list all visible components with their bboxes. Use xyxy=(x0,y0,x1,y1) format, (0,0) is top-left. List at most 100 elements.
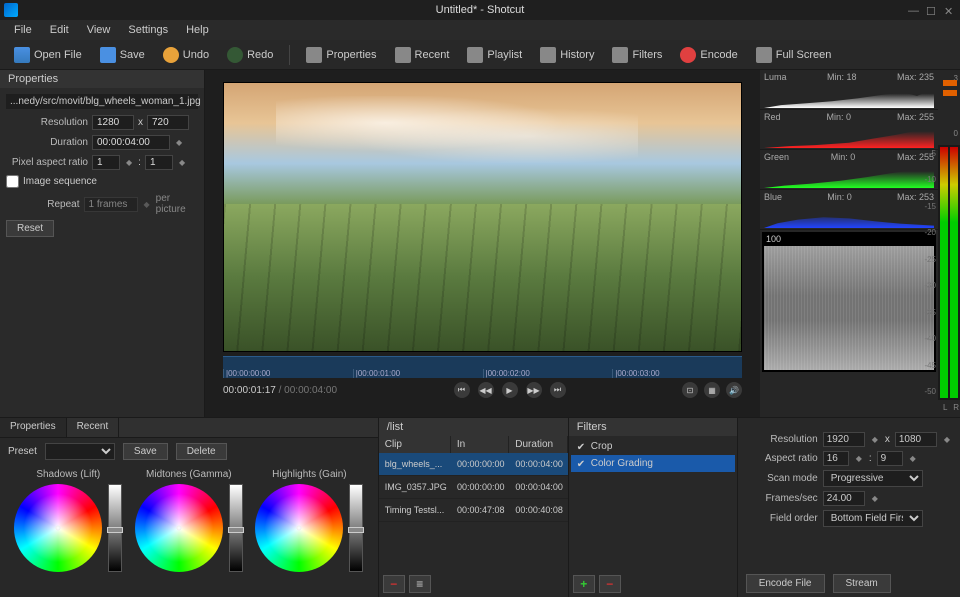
filters-button[interactable]: Filters xyxy=(606,44,668,66)
filter-add-button[interactable]: + xyxy=(573,575,595,593)
ruler-tick: |00:00:00:00 xyxy=(223,369,353,378)
resolution-label: Resolution xyxy=(6,117,88,128)
recent-icon xyxy=(395,47,411,63)
menu-file[interactable]: File xyxy=(6,22,40,38)
encode-height-input[interactable] xyxy=(895,432,937,447)
tab-recent[interactable]: Recent xyxy=(67,418,120,437)
audio-clip-indicators xyxy=(943,80,957,96)
encode-button[interactable]: Encode xyxy=(674,44,743,66)
rewind-icon[interactable]: ◀◀ xyxy=(478,382,494,398)
menu-view[interactable]: View xyxy=(79,22,119,38)
menu-help[interactable]: Help xyxy=(178,22,217,38)
toolbar: Open File Save Undo Redo Properties RecentPla… xyxy=(0,40,960,70)
encode-file-button[interactable]: Encode File xyxy=(746,574,825,593)
ruler-tick: |00:00:03:00 xyxy=(612,369,742,378)
zoom-fit-icon[interactable]: ⊡ xyxy=(682,382,698,398)
filter-item[interactable]: ✔Color Grading xyxy=(571,455,735,472)
skip-end-icon[interactable]: ⏭ xyxy=(550,382,566,398)
playlist-column-header[interactable]: Clip xyxy=(379,436,451,453)
tab-properties[interactable]: Properties xyxy=(0,418,67,437)
luma-slider[interactable] xyxy=(229,484,243,572)
history-button[interactable]: History xyxy=(534,44,600,66)
fps-input[interactable] xyxy=(823,491,865,506)
playlist-column-header[interactable]: In xyxy=(451,436,509,453)
playlist-row[interactable]: IMG_0357.JPG00:00:00:0000:00:04:00 xyxy=(379,476,568,499)
encode-icon xyxy=(680,47,696,63)
encode-width-input[interactable] xyxy=(823,432,865,447)
menu-edit[interactable]: Edit xyxy=(42,22,77,38)
filters-header: Filters xyxy=(569,418,737,436)
save-button[interactable]: Save xyxy=(94,44,151,66)
wheel-label: Shadows (Lift) xyxy=(36,469,100,480)
luma-slider[interactable] xyxy=(108,484,122,572)
menu-settings[interactable]: Settings xyxy=(120,22,176,38)
par-b-input[interactable] xyxy=(145,155,173,170)
volume-icon[interactable]: 🔊 xyxy=(726,382,742,398)
full-screen-button[interactable]: Full Screen xyxy=(750,44,838,66)
forward-icon[interactable]: ▶▶ xyxy=(526,382,542,398)
duration-input[interactable] xyxy=(92,135,170,150)
open-file-icon xyxy=(14,47,30,63)
redo-icon xyxy=(227,47,243,63)
recent-button[interactable]: Recent xyxy=(389,44,456,66)
open-file-button[interactable]: Open File xyxy=(8,44,88,66)
color-wheel[interactable] xyxy=(135,484,223,572)
preset-select[interactable] xyxy=(45,443,115,460)
redo-button[interactable]: Redo xyxy=(221,44,279,66)
preview-viewport[interactable] xyxy=(223,82,742,352)
color-grading-panel: PropertiesRecent Preset Save Delete Shad… xyxy=(0,418,378,597)
playlist-column-header[interactable]: Duration xyxy=(509,436,567,453)
properties-button[interactable]: Properties xyxy=(300,44,382,66)
filters-panel: Filters ✔Crop✔Color Grading + − xyxy=(568,418,737,597)
par-a-input[interactable] xyxy=(92,155,120,170)
total-time: 00:00:04:00 xyxy=(284,385,337,396)
filter-remove-button[interactable]: − xyxy=(599,575,621,593)
clip-indicator-icon xyxy=(943,80,957,86)
properties-panel: Properties ...nedy/src/movit/blg_wheels_… xyxy=(0,70,205,417)
reset-button[interactable]: Reset xyxy=(6,220,54,237)
history-icon xyxy=(540,47,556,63)
skip-start-icon[interactable]: ⏮ xyxy=(454,382,470,398)
filter-item[interactable]: ✔Crop xyxy=(571,438,735,455)
blue-histogram xyxy=(764,204,934,228)
playlist-menu-button[interactable]: ≡ xyxy=(409,575,431,593)
scan-mode-select[interactable]: Progressive xyxy=(823,470,923,487)
filters-icon xyxy=(612,47,628,63)
play-icon[interactable]: ▶ xyxy=(502,382,518,398)
timeline-ruler[interactable]: |00:00:00:00|00:00:01:00|00:00:02:00|00:… xyxy=(223,356,742,378)
audio-meter-left xyxy=(940,147,948,398)
preset-save-button[interactable]: Save xyxy=(123,443,168,460)
resolution-height-input[interactable] xyxy=(147,115,189,130)
preset-delete-button[interactable]: Delete xyxy=(176,443,227,460)
resolution-width-input[interactable] xyxy=(92,115,134,130)
aspect-a-input[interactable] xyxy=(823,451,849,466)
stream-button[interactable]: Stream xyxy=(833,574,891,593)
repeat-label: Repeat xyxy=(6,199,80,210)
waveform-scope: 100 xyxy=(762,232,936,372)
field-order-select[interactable]: Bottom Field First xyxy=(823,510,923,527)
duration-label: Duration xyxy=(6,137,88,148)
red-label: Red xyxy=(764,112,781,122)
wheel-label: Highlights (Gain) xyxy=(272,469,346,480)
playlist-row[interactable]: Timing Testsl...00:00:47:0800:00:40:08 xyxy=(379,499,568,522)
window-close-icon[interactable]: ✕ xyxy=(944,5,954,15)
undo-button[interactable]: Undo xyxy=(157,44,215,66)
app-logo-icon xyxy=(4,3,18,17)
grid-icon[interactable]: ▦ xyxy=(704,382,720,398)
playlist-button[interactable]: Playlist xyxy=(461,44,528,66)
color-wheel[interactable] xyxy=(255,484,343,572)
playlist-row[interactable]: blg_wheels_...00:00:00:0000:00:04:00 xyxy=(379,453,568,476)
luma-slider[interactable] xyxy=(349,484,363,572)
ruler-tick: |00:00:02:00 xyxy=(483,369,613,378)
duration-spinner-icon[interactable]: ◆ xyxy=(174,138,184,147)
luma-histogram xyxy=(764,84,934,108)
window-maximize-icon[interactable]: ☐ xyxy=(926,5,936,15)
image-sequence-label: Image sequence xyxy=(23,176,97,187)
playlist-remove-button[interactable]: − xyxy=(383,575,405,593)
aspect-b-input[interactable] xyxy=(877,451,903,466)
checkbox-icon: ✔ xyxy=(577,442,587,452)
image-sequence-checkbox[interactable] xyxy=(6,175,19,188)
window-minimize-icon[interactable]: — xyxy=(908,5,918,15)
color-wheel[interactable] xyxy=(14,484,102,572)
playlist-header: /list xyxy=(379,418,568,436)
